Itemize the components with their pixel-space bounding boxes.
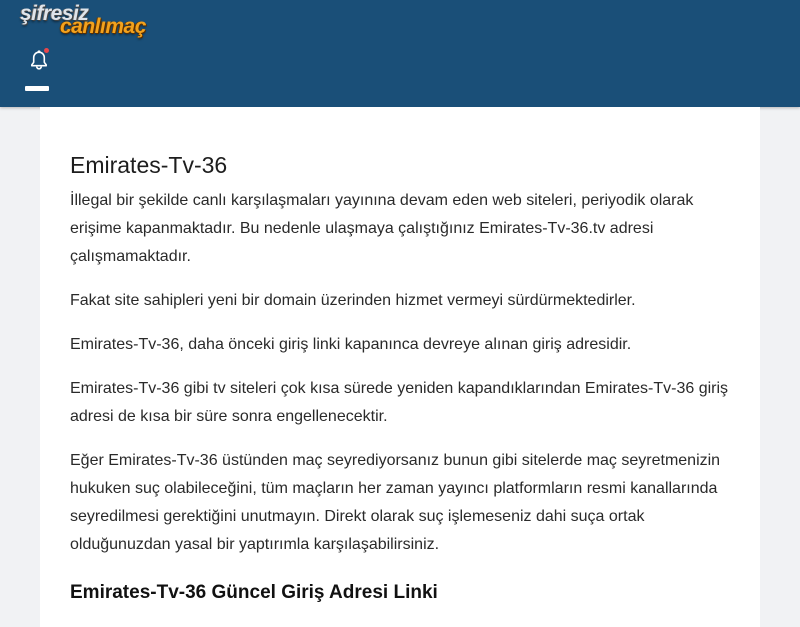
article-title: Emirates-Tv-36 <box>70 152 228 178</box>
site-logo[interactable]: şifresiz canlımaç <box>20 2 170 40</box>
bell-icon[interactable] <box>28 48 50 71</box>
article-content: Emirates-Tv-36 İllegal bir şekilde canlı… <box>70 147 735 607</box>
article-paragraph-4: Emirates-Tv-36 gibi tv siteleri çok kısa… <box>70 380 729 425</box>
article-subheading: Emirates-Tv-36 Güncel Giriş Adresi Linki <box>70 582 438 603</box>
logo-text-canlimac: canlımaç <box>60 15 146 38</box>
article-card: Emirates-Tv-36 İllegal bir şekilde canlı… <box>40 107 760 627</box>
notification-dot <box>44 48 49 53</box>
site-header: şifresiz canlımaç <box>0 0 800 107</box>
article-paragraph-3: Emirates-Tv-36, daha önceki giriş linki … <box>70 336 632 353</box>
article-paragraph-1: İllegal bir şekilde canlı karşılaşmaları… <box>70 192 694 265</box>
hamburger-menu-icon[interactable] <box>25 86 49 91</box>
article-paragraph-5: Eğer Emirates-Tv-36 üstünden maç seyredi… <box>70 452 721 553</box>
article-paragraph-2: Fakat site sahipleri yeni bir domain üze… <box>70 292 636 309</box>
